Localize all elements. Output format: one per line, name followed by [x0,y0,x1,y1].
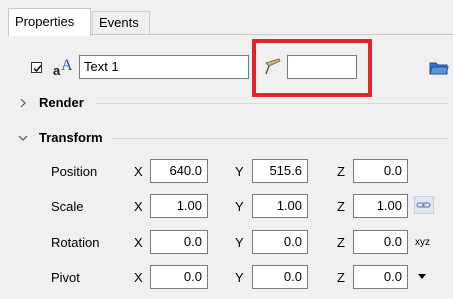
scale-x-field[interactable]: 1.00 [150,194,208,218]
position-y-axis-label: Y [235,164,244,179]
rotation-x-value: 0.0 [183,234,202,249]
scale-y-axis-label: Y [235,199,244,214]
rotation-order-button[interactable]: xyz [415,237,430,248]
pivot-z-value: 0.0 [383,269,402,284]
scale-label: Scale [51,199,84,214]
render-chevron-right-icon[interactable] [18,96,28,110]
rotation-z-field[interactable]: 0.0 [353,230,408,254]
position-y-value: 515.6 [269,163,302,178]
pivot-y-value: 0.0 [283,269,302,284]
folder-icon[interactable] [429,57,449,77]
scale-y-value: 1.00 [276,198,302,213]
pivot-x-axis-label: X [134,270,143,285]
svg-text:A: A [61,57,73,74]
pivot-label: Pivot [51,270,80,285]
triangle-down-icon [418,274,426,279]
pivot-dropdown-button[interactable] [416,270,428,282]
checkmark-icon [33,65,42,73]
position-z-axis-label: Z [337,164,345,179]
position-z-field[interactable]: 0.0 [353,159,408,183]
rotation-x-field[interactable]: 0.0 [150,230,208,254]
rotation-y-axis-label: Y [235,235,244,250]
rotation-z-value: 0.0 [383,234,402,249]
pivot-y-field[interactable]: 0.0 [252,265,308,289]
pivot-z-field[interactable]: 0.0 [353,265,408,289]
pivot-y-axis-label: Y [235,270,244,285]
name-field-value: Text 1 [84,59,119,74]
transform-section-label: Transform [39,130,103,145]
rotation-x-axis-label: X [134,235,143,250]
rotation-y-value: 0.0 [283,234,302,249]
scale-z-field[interactable]: 1.00 [353,194,408,218]
tab-bar: Properties Events [8,8,445,36]
position-x-value: 640.0 [169,163,202,178]
rotation-z-axis-label: Z [337,235,345,250]
svg-text:a: a [53,63,61,78]
position-z-value: 0.0 [383,163,402,178]
scale-x-value: 1.00 [176,198,202,213]
position-y-field[interactable]: 515.6 [252,159,308,183]
chain-link-icon [416,202,431,208]
name-field[interactable]: Text 1 [79,55,249,79]
visible-checkbox[interactable] [31,62,42,73]
link-scale-button[interactable] [414,196,434,214]
transform-section-header[interactable]: Transform [39,130,103,145]
position-x-field[interactable]: 640.0 [150,159,208,183]
rotation-label: Rotation [51,235,100,250]
render-divider [95,103,448,104]
transform-chevron-down-icon[interactable] [17,132,29,144]
tab-events[interactable]: Events [92,11,150,35]
scale-z-axis-label: Z [337,199,345,214]
text-type-icon: a A [51,56,73,78]
pivot-z-axis-label: Z [337,270,345,285]
transform-divider [112,138,448,139]
render-section-header[interactable]: Render [39,95,84,110]
tab-events-label: Events [99,15,139,30]
tab-properties-label: Properties [15,14,75,29]
pivot-x-field[interactable]: 0.0 [150,265,208,289]
render-section-label: Render [39,95,84,110]
brush-icon[interactable] [262,56,284,78]
color-field[interactable] [287,55,357,79]
scale-y-field[interactable]: 1.00 [252,194,308,218]
scale-z-value: 1.00 [376,198,402,213]
position-x-axis-label: X [134,164,143,179]
rotation-y-field[interactable]: 0.0 [252,230,308,254]
pivot-x-value: 0.0 [183,269,202,284]
scale-x-axis-label: X [134,199,143,214]
tab-properties[interactable]: Properties [8,8,91,36]
position-label: Position [51,164,98,179]
